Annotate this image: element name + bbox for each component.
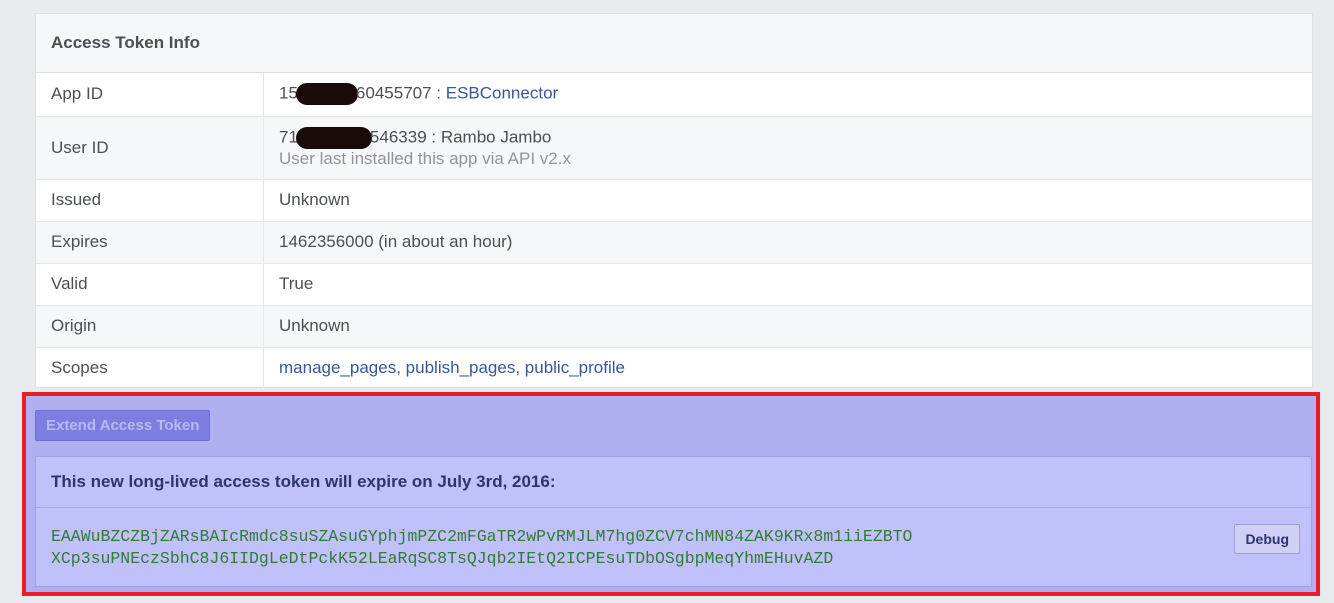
user-id-label: User ID [36,116,264,180]
scopes-value: manage_pages, publish_pages, public_prof… [264,347,1313,388]
scope-link[interactable]: publish_pages [406,358,516,377]
scope-link[interactable]: manage_pages [279,358,396,377]
user-id-value: 71 546339 : Rambo Jambo User last install… [263,116,1312,180]
origin-label: Origin [36,305,264,348]
app-id-label: App ID [36,73,264,117]
long-lived-token-box: This new long-lived access token will ex… [35,456,1312,587]
issued-label: Issued [36,179,264,222]
expires-value: 1462356000 (in about an hour) [263,221,1312,264]
valid-value: True [263,263,1312,306]
app-name-link[interactable]: ESBConnector [446,84,558,103]
redaction-mark [295,83,358,106]
scopes-label: Scopes [36,347,264,388]
expires-label: Expires [36,221,264,264]
issued-value: Unknown [263,179,1312,222]
app-id-suffix: 60455707 : [355,83,446,103]
token-line-2: XCp3suPNEczSbhC8J6IIDgLeDtPckK52LEaRqSC8… [51,549,834,568]
token-info-table: App ID 15 60455707 : ESBConnector User ID… [36,73,1312,388]
row-scopes: Scopes manage_pages, publish_pages, publ… [36,347,1312,388]
token-row: EAAWuBZCZBjZARsBAIcRmdc8suSZAsuGYphjmPZC… [36,508,1311,570]
redaction-mark [295,126,372,149]
app-id-value: 15 60455707 : ESBConnector [263,73,1312,117]
token-line-1: EAAWuBZCZBjZARsBAIcRmdc8suSZAsuGYphjmPZC… [51,527,913,546]
extend-token-highlight: Extend Access Token This new long-lived … [22,392,1320,596]
user-id-suffix: 546339 : Rambo Jambo [369,126,552,146]
access-token-info-panel: Access Token Info App ID 15 60455707 : ES… [35,13,1313,388]
token-expiry-message: This new long-lived access token will ex… [36,457,1311,508]
origin-value: Unknown [263,305,1312,348]
row-issued: Issued Unknown [36,179,1312,222]
panel-title: Access Token Info [36,14,1312,73]
row-valid: Valid True [36,263,1312,306]
row-app-id: App ID 15 60455707 : ESBConnector [36,73,1312,117]
extend-access-token-button[interactable]: Extend Access Token [35,410,211,441]
valid-label: Valid [36,263,264,306]
user-install-note: User last installed this app via API v2.… [279,148,571,168]
row-expires: Expires 1462356000 (in about an hour) [36,221,1312,264]
scope-link[interactable]: public_profile [525,358,625,377]
row-user-id: User ID 71 546339 : Rambo Jambo User last… [36,116,1312,180]
scope-separator: , [515,357,525,377]
scope-separator: , [396,357,406,377]
row-origin: Origin Unknown [36,305,1312,348]
extend-toolbar: Extend Access Token [35,410,211,441]
access-token-text[interactable]: EAAWuBZCZBjZARsBAIcRmdc8suSZAsuGYphjmPZC… [51,526,1296,570]
debug-button[interactable]: Debug [1234,524,1300,554]
